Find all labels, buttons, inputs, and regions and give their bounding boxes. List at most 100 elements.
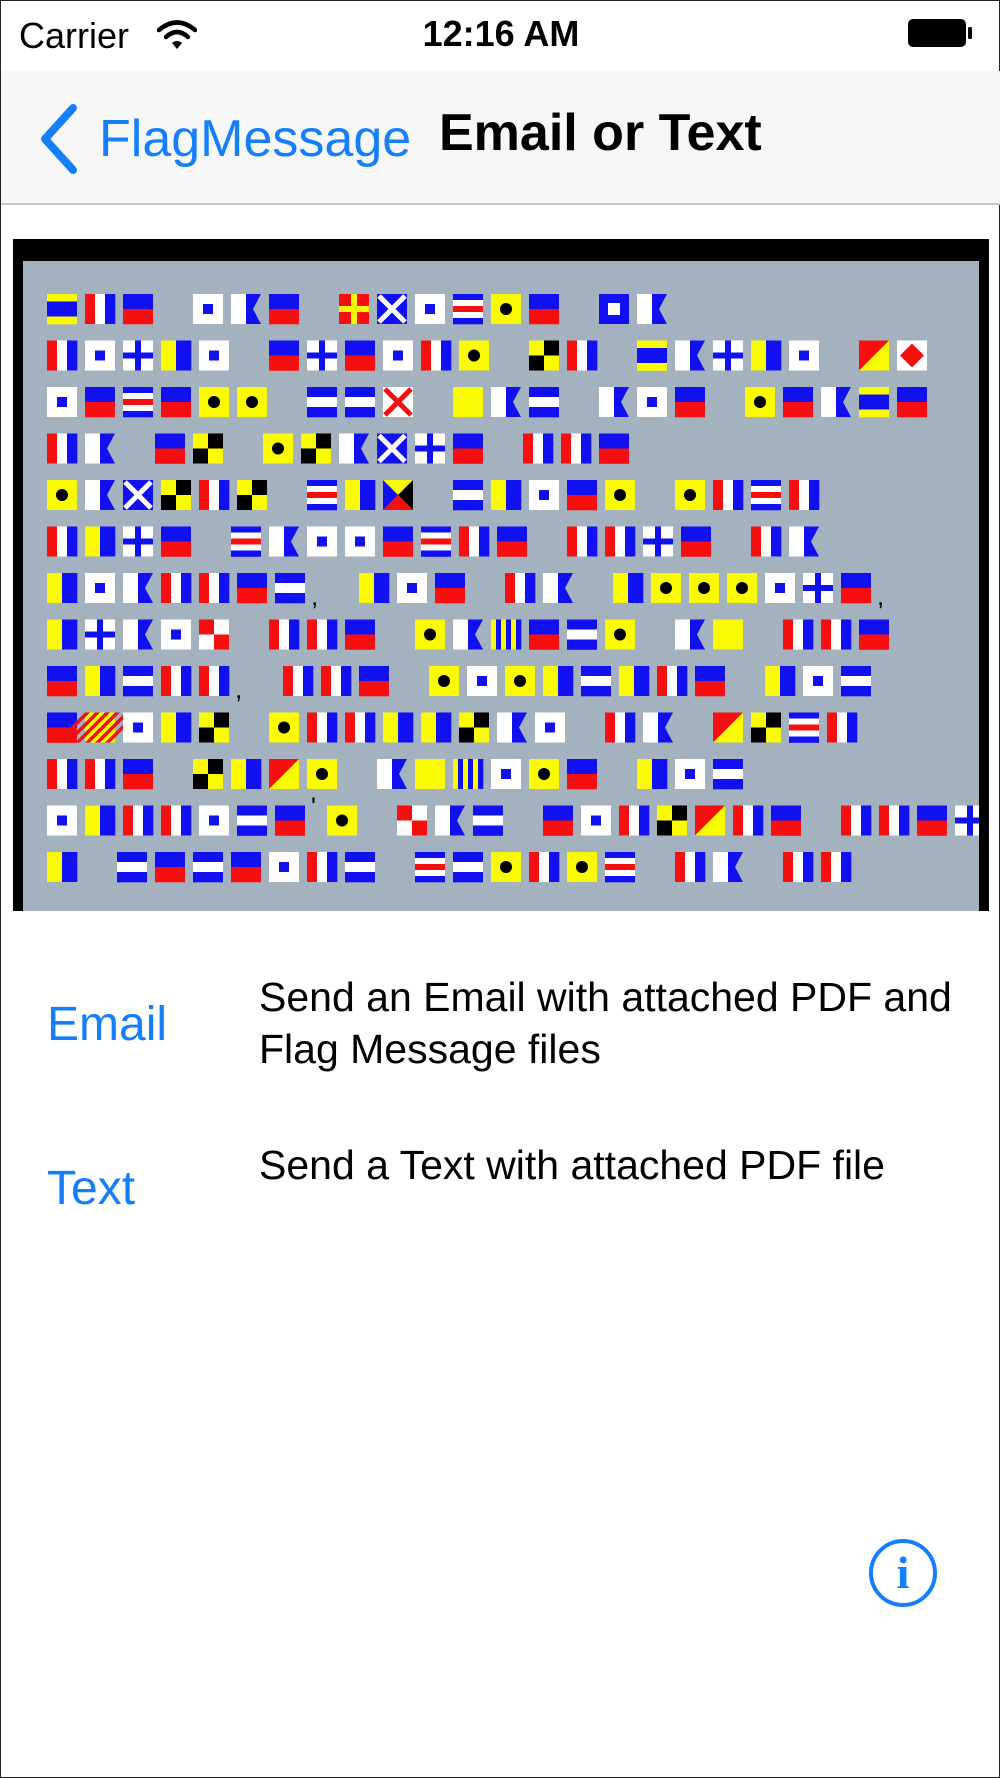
signal-flag-l	[459, 712, 489, 743]
signal-flag-j	[453, 480, 483, 511]
signal-flag-e	[123, 759, 153, 790]
signal-flag-l	[193, 759, 223, 789]
signal-flag-j	[713, 759, 743, 790]
signal-flag-s	[581, 805, 611, 836]
signal-flag-i	[327, 805, 357, 836]
text-button[interactable]: Text	[47, 1161, 135, 1216]
signal-flag-x	[415, 433, 445, 464]
signal-flag-a	[637, 294, 667, 324]
signal-flag-a	[643, 712, 673, 743]
signal-flag-k	[543, 666, 574, 696]
signal-flag-t	[283, 666, 314, 696]
signal-flag-e	[269, 340, 299, 371]
signal-flag-i	[675, 480, 705, 510]
signal-flag-i	[745, 387, 775, 417]
signal-flag-a	[85, 480, 115, 510]
signal-flag-s	[803, 666, 833, 696]
signal-flag-j	[567, 619, 597, 650]
signal-flag-i	[429, 666, 459, 696]
email-button[interactable]: Email	[47, 997, 167, 1052]
signal-flag-x	[803, 573, 833, 603]
flag-punctuation: ,	[311, 581, 318, 611]
signal-flag-o	[695, 805, 725, 836]
signal-flag-t	[459, 526, 490, 557]
signal-flag-e	[497, 526, 527, 557]
signal-flag-e	[435, 573, 465, 604]
signal-flag-m	[377, 433, 407, 464]
flag-message-canvas: ,,, '	[23, 261, 979, 911]
signal-flag-j	[345, 387, 375, 418]
signal-flag-t	[345, 712, 376, 743]
signal-flag-t	[85, 294, 116, 324]
signal-flag-a	[491, 387, 521, 417]
status-bar: Carrier 12:16 AM	[1, 1, 1000, 71]
signal-flag-t	[827, 712, 858, 743]
signal-flag-e	[161, 387, 191, 418]
signal-flag-s	[467, 666, 497, 696]
back-button-label: FlagMessage	[99, 110, 412, 168]
signal-flag-j	[117, 852, 147, 883]
signal-flag-t	[733, 805, 764, 836]
signal-flag-t	[161, 573, 192, 603]
email-description: Send an Email with attached PDF and Flag…	[259, 974, 952, 1072]
signal-flag-t	[821, 619, 852, 650]
signal-flag-d	[637, 340, 667, 371]
signal-flag-s	[637, 387, 667, 417]
signal-flag-s	[85, 340, 115, 371]
signal-flag-c	[605, 852, 635, 883]
signal-flag-e	[359, 666, 389, 697]
page-title: Email or Text	[439, 104, 762, 162]
signal-flag-e	[161, 526, 191, 557]
signal-flag-s	[307, 526, 337, 557]
signal-flag-t	[841, 805, 872, 836]
signal-flag-t	[605, 526, 636, 557]
signal-flag-e	[783, 387, 813, 418]
signal-flag-a	[435, 805, 465, 836]
signal-flag-e	[681, 526, 711, 557]
signal-flag-s	[47, 387, 77, 417]
signal-flag-t	[199, 573, 230, 603]
signal-flag-t	[783, 852, 814, 882]
status-time: 12:16 AM	[422, 13, 580, 54]
signal-flag-o	[269, 759, 299, 789]
back-button[interactable]: FlagMessage	[37, 99, 411, 179]
signal-flag-e	[237, 573, 267, 604]
battery-icon	[908, 19, 972, 47]
signal-flag-t	[307, 852, 338, 882]
signal-flag-e	[345, 340, 375, 371]
signal-flag-t	[713, 480, 744, 510]
signal-flag-t	[123, 805, 154, 836]
info-button[interactable]: i	[869, 1539, 937, 1607]
signal-flag-d	[47, 294, 77, 325]
signal-flag-l	[193, 433, 223, 464]
signal-flag-e	[567, 480, 597, 511]
signal-flag-a	[675, 340, 705, 371]
signal-flag-a	[231, 294, 261, 324]
signal-flag-e	[47, 666, 77, 697]
signal-flag-k	[491, 480, 522, 510]
signal-flag-j	[473, 805, 503, 836]
signal-flag-j	[123, 666, 153, 697]
signal-flag-a	[123, 619, 153, 650]
signal-flag-t	[567, 340, 598, 371]
signal-flag-i	[415, 619, 445, 650]
text-option: Text Send a Text with attached PDF file	[1, 1139, 1000, 1249]
signal-flag-s	[491, 759, 521, 789]
signal-flag-k	[619, 666, 650, 696]
signal-flag-a	[377, 759, 407, 789]
signal-flag-s	[397, 573, 427, 603]
signal-flag-e	[917, 805, 947, 836]
signal-flag-t	[619, 805, 650, 836]
signal-flag-t	[821, 852, 852, 882]
signal-flag-l	[657, 805, 687, 836]
signal-flag-t	[523, 433, 554, 464]
signal-flag-j	[275, 573, 305, 604]
signal-flag-x	[123, 340, 153, 371]
signal-flag-j	[841, 666, 871, 697]
signal-flag-x	[643, 526, 673, 557]
signal-flag-c	[307, 480, 337, 511]
signal-flag-q	[453, 387, 483, 417]
signal-flag-a	[675, 619, 705, 650]
text-description: Send a Text with attached PDF file	[259, 1142, 885, 1188]
signal-flag-k	[161, 340, 192, 371]
